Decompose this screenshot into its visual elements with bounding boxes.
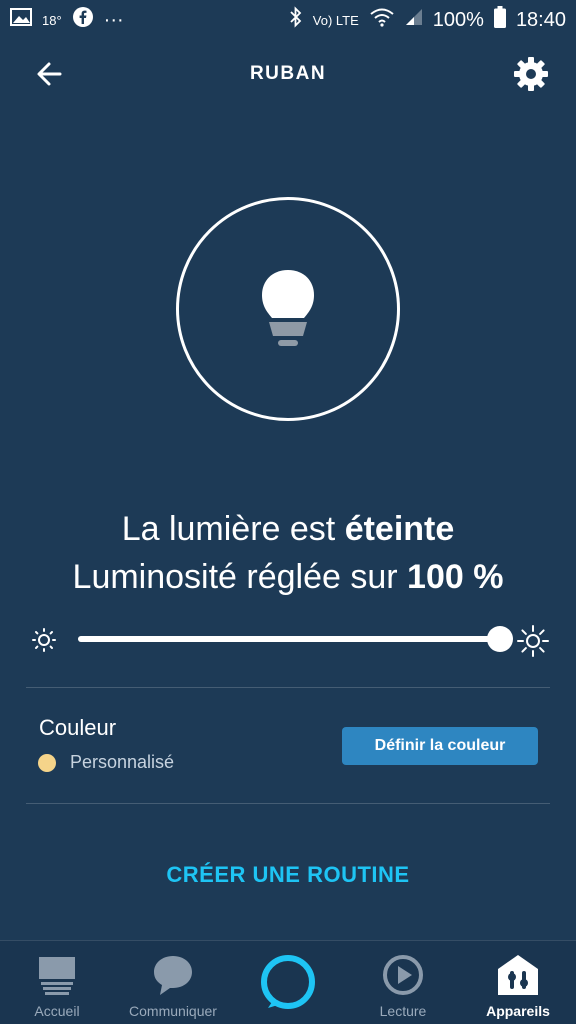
brightness-status-prefix: Luminosité réglée sur <box>72 558 408 596</box>
more-notifications-text: ··· <box>103 8 124 31</box>
nav-label-play: Lecture <box>379 1003 427 1019</box>
arrow-left-icon <box>37 62 62 86</box>
bluetooth-icon <box>289 6 303 34</box>
back-button[interactable] <box>32 56 68 92</box>
light-status-block: La lumière est éteinte Luminosité réglée… <box>0 505 576 601</box>
power-status-prefix: La lumière est <box>121 510 345 548</box>
gallery-icon <box>10 7 32 33</box>
wifi-icon <box>369 7 395 33</box>
create-routine-link[interactable]: CRÉER UNE ROUTINE <box>0 862 576 888</box>
nav-item-devices[interactable]: Appareils <box>478 941 558 1024</box>
chat-bubble-icon <box>154 956 192 995</box>
clock-text: 18:40 <box>515 8 566 31</box>
app-header: RUBAN <box>0 44 576 104</box>
nav-item-communicate[interactable]: Communiquer <box>120 941 226 1024</box>
signal-icon <box>405 8 423 32</box>
power-status-line: La lumière est éteinte <box>0 505 576 553</box>
settings-button[interactable] <box>512 55 550 93</box>
brightness-status-line: Luminosité réglée sur 100 % <box>0 553 576 601</box>
set-color-button[interactable]: Définir la couleur <box>342 727 538 765</box>
play-icon <box>383 955 423 995</box>
nav-item-play[interactable]: Lecture <box>368 941 438 1024</box>
status-bar-right: Vo) LTE 100% 18:40 <box>289 6 566 34</box>
status-bar: 18° ··· Vo) LTE 100% 18:40 <box>0 0 576 40</box>
alexa-button[interactable] <box>258 952 318 1012</box>
color-value-row: Personnalisé <box>38 752 174 773</box>
power-status-value: éteinte <box>344 510 455 548</box>
home-icon <box>39 957 75 995</box>
nav-label-communicate: Communiquer <box>129 1003 217 1019</box>
brightness-slider-fill <box>78 636 500 642</box>
nav-label-home: Accueil <box>34 1003 80 1019</box>
divider <box>26 803 550 804</box>
status-bar-left: 18° ··· <box>10 6 124 34</box>
brightness-slider-thumb[interactable] <box>487 626 513 652</box>
brightness-high-icon <box>517 625 549 657</box>
color-section-title: Couleur <box>39 715 117 740</box>
facebook-icon <box>72 6 94 34</box>
battery-icon <box>493 6 506 34</box>
brightness-low-icon <box>32 628 56 652</box>
gear-icon <box>514 57 548 91</box>
light-power-toggle[interactable] <box>176 197 400 421</box>
battery-text: 100% <box>432 8 484 31</box>
brightness-slider[interactable] <box>78 626 513 652</box>
brightness-status-value: 100 % <box>407 558 504 596</box>
nav-item-home[interactable]: Accueil <box>22 941 92 1024</box>
alexa-icon <box>261 955 315 1009</box>
network-type-text: Vo) LTE <box>312 12 359 28</box>
color-value-text: Personnalisé <box>70 752 175 772</box>
temperature-text: 18° <box>42 12 62 28</box>
light-bulb-icon <box>262 270 314 346</box>
color-swatch <box>38 753 56 772</box>
divider <box>26 687 550 688</box>
nav-label-devices: Appareils <box>486 1003 550 1019</box>
brightness-slider-row <box>30 620 550 660</box>
devices-home-icon <box>498 955 538 995</box>
page-title: RUBAN <box>249 63 327 84</box>
